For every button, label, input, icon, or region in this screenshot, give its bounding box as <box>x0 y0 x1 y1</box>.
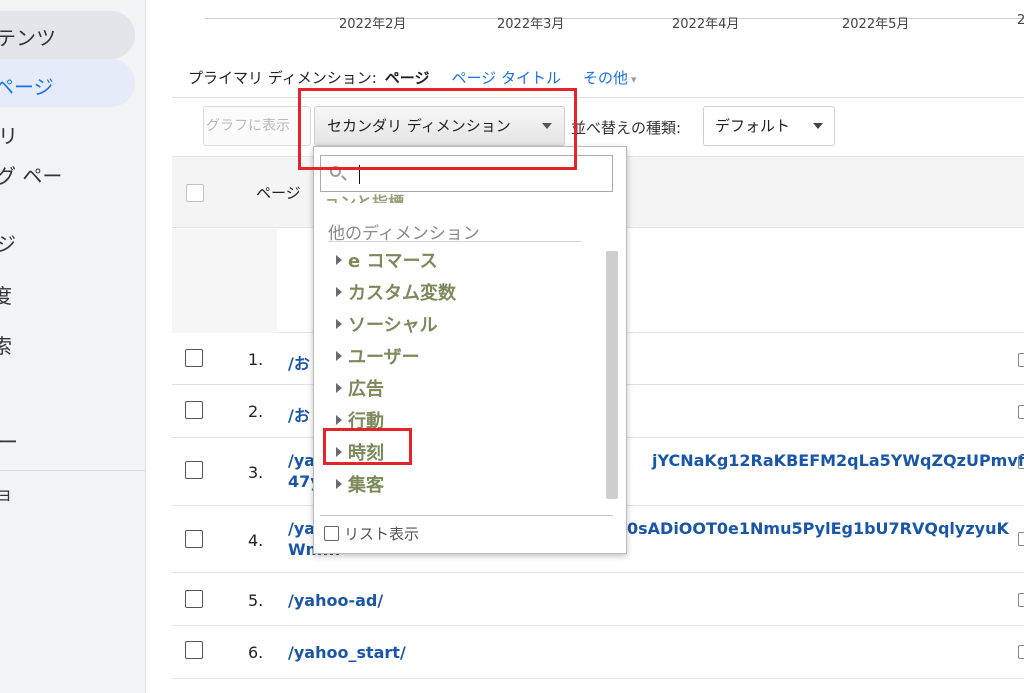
clipped-section-label: ョンと指標 <box>324 193 405 203</box>
primary-dimension-bar: プライマリ ディメンション: ページ ページ タイトル その他 ▾ <box>188 67 637 89</box>
chevron-down-icon: ▾ <box>630 73 637 86</box>
dimension-group-acquisition[interactable]: 集客 <box>336 471 384 497</box>
expand-arrow-icon <box>336 415 342 425</box>
column-header-page[interactable]: ページ <box>256 182 301 203</box>
row-checkbox[interactable] <box>185 401 203 419</box>
sort-type-select[interactable]: デフォルト <box>703 106 835 146</box>
dimension-group-label: 集客 <box>348 475 384 496</box>
axis-label-mar: 2022年3月 <box>497 17 565 32</box>
sidebar-item-summary[interactable]: リ <box>0 120 18 149</box>
dimension-group-label: ユーザー <box>348 347 420 368</box>
other-label: その他 <box>582 69 628 87</box>
dimension-group-custom-variables[interactable]: カスタム変数 <box>336 279 456 305</box>
row-page-link[interactable]: /お <box>288 350 310 374</box>
row-page-link-tail[interactable]: 0sADiOOT0e1Nmu5PylEg1bU7RVQqlyzyuK <box>627 519 1009 538</box>
row-checkbox[interactable] <box>185 461 203 479</box>
row-number: 6. <box>248 643 264 662</box>
table-row: 6. /yahoo_start/ <box>172 627 1024 679</box>
expand-arrow-icon <box>336 383 342 393</box>
secondary-dimension-dropdown: ョンと指標 他のディメンション e コマース カスタム変数 ソーシャル ユーザー… <box>313 146 627 554</box>
dimension-group-label: 広告 <box>348 379 384 400</box>
sidebar-item-pages[interactable]: ページ <box>0 71 54 100</box>
sidebar-item-publisher[interactable]: ョ <box>0 480 13 505</box>
sidebar-item-g[interactable]: ジ <box>0 228 16 257</box>
row-checkbox[interactable] <box>185 641 203 659</box>
row-number: 2. <box>248 402 264 421</box>
dropdown-scrollbar[interactable] <box>606 251 618 499</box>
share-icon[interactable] <box>1018 645 1024 659</box>
share-icon[interactable] <box>1018 593 1024 607</box>
sidebar-item-search[interactable]: 索 <box>0 330 12 359</box>
axis-label-feb: 2022年2月 <box>339 17 407 32</box>
highlight-time-item <box>323 428 412 465</box>
analytics-screen: テンツ ページ リ グ ペー ジ 度 索 ー ョ 2022年2月 2022年3月… <box>0 0 1024 693</box>
expand-arrow-icon <box>336 479 342 489</box>
sidebar-divider <box>0 470 146 471</box>
row-checkbox[interactable] <box>185 530 203 548</box>
plot-rows-button[interactable]: グラフに表示 <box>203 106 311 146</box>
expand-arrow-icon <box>336 255 342 265</box>
primary-dimension-page-title-link[interactable]: ページ タイトル <box>451 69 560 87</box>
caret-down-icon <box>813 123 823 129</box>
heading-divider <box>328 241 582 242</box>
sidebar-item-contents[interactable]: テンツ <box>0 22 56 51</box>
expand-arrow-icon <box>336 319 342 329</box>
row-page-link[interactable]: /ya <box>288 451 315 470</box>
row-page-link-tail[interactable]: jYCNaKg12RaKBEFM2qLa5YWqZQzUPmvfk <box>652 451 1024 470</box>
dimension-group-users[interactable]: ユーザー <box>336 343 420 369</box>
share-icon[interactable] <box>1018 532 1024 546</box>
list-view-label: リスト表示 <box>344 525 420 543</box>
sidebar: テンツ ページ リ グ ペー ジ 度 索 ー ョ <box>0 0 146 693</box>
row-number: 1. <box>248 350 264 369</box>
dimension-group-label: カスタム変数 <box>348 283 456 304</box>
list-view-checkbox[interactable] <box>324 526 339 541</box>
row-checkbox[interactable] <box>185 590 203 608</box>
expand-arrow-icon <box>336 351 342 361</box>
sort-type-value: デフォルト <box>715 117 791 135</box>
axis-label-next: 2 <box>1017 13 1024 28</box>
dimension-group-social[interactable]: ソーシャル <box>336 311 438 337</box>
dropdown-footer-divider <box>320 515 613 516</box>
highlight-secondary-dimension <box>298 88 577 170</box>
sidebar-item-landing-page[interactable]: グ ペー <box>0 160 62 189</box>
share-icon[interactable] <box>1018 455 1024 469</box>
share-icon[interactable] <box>1018 353 1024 367</box>
table-row: 5. /yahoo-ad/ <box>172 574 1024 626</box>
row-checkbox[interactable] <box>185 349 203 367</box>
row-page-link[interactable]: /yahoo-ad/ <box>288 591 383 610</box>
list-view-option[interactable]: リスト表示 <box>324 523 419 544</box>
primary-dimension-other-link[interactable]: その他 ▾ <box>583 69 637 87</box>
select-all-checkbox[interactable] <box>186 184 204 202</box>
summary-left-cell <box>172 229 277 333</box>
dimension-group-ecommerce[interactable]: e コマース <box>336 247 438 273</box>
primary-dimension-label: プライマリ ディメンション: <box>188 69 377 87</box>
chart-axis: 2022年2月 2022年3月 2022年4月 2022年5月 2 <box>205 13 1024 32</box>
axis-label-may: 2022年5月 <box>842 17 910 32</box>
sidebar-item-event[interactable]: ー <box>0 426 18 455</box>
row-number: 3. <box>248 463 264 482</box>
row-number: 5. <box>248 591 264 610</box>
row-page-link[interactable]: /yahoo_start/ <box>288 643 406 662</box>
sort-type-label: 並べ替えの種類: <box>571 119 682 137</box>
row-number: 4. <box>248 531 264 550</box>
row-page-link[interactable]: /お <box>288 402 310 426</box>
primary-dimension-current: ページ <box>384 69 430 87</box>
dimension-group-label: e コマース <box>348 251 438 272</box>
axis-label-apr: 2022年4月 <box>672 17 740 32</box>
expand-arrow-icon <box>336 287 342 297</box>
dimension-group-label: ソーシャル <box>348 315 438 336</box>
dimension-group-ads[interactable]: 広告 <box>336 375 384 401</box>
share-icon[interactable] <box>1018 405 1024 419</box>
sidebar-item-speed[interactable]: 度 <box>0 280 12 309</box>
row-page-link[interactable]: /ya <box>288 519 315 538</box>
